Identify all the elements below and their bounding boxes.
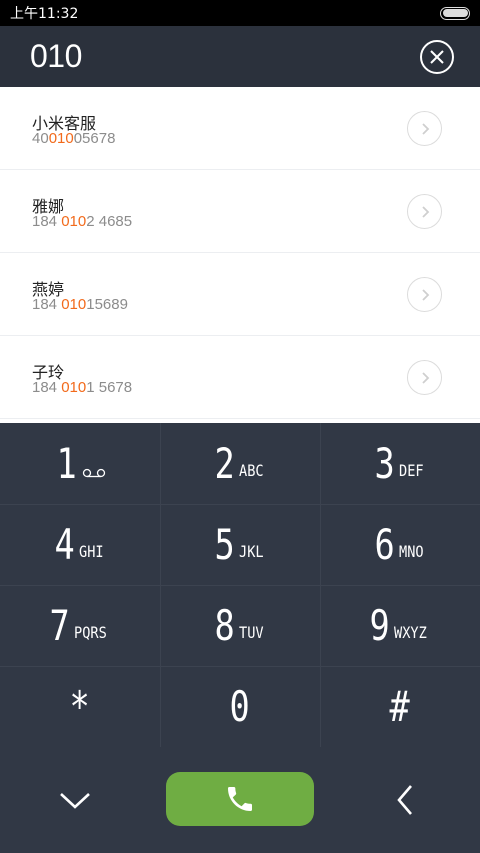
key-hash[interactable]: # <box>320 666 480 747</box>
chevron-right-icon <box>421 288 429 301</box>
contact-row[interactable]: 小米客服 4001005678 <box>0 87 480 170</box>
key-digit: 7 <box>49 600 70 650</box>
contact-row[interactable]: 燕婷 184 01015689 <box>0 253 480 336</box>
key-letters: PQRS <box>74 623 108 642</box>
key-9[interactable]: 9 WXYZ <box>320 585 480 666</box>
key-digit: # <box>389 681 411 731</box>
key-digit: 5 <box>214 519 235 569</box>
contact-row[interactable]: 雅娜 184 0102 4685 <box>0 170 480 253</box>
key-8[interactable]: 8 TUV <box>160 585 320 666</box>
key-digit: 1 <box>56 438 78 488</box>
key-3[interactable]: 3 DEF <box>320 423 480 504</box>
status-bar: 上午11:32 <box>0 0 480 26</box>
chevron-down-icon <box>60 793 90 809</box>
contact-detail-button[interactable] <box>407 111 442 146</box>
clear-button[interactable] <box>420 39 454 74</box>
key-letters: JKL <box>239 542 264 561</box>
chevron-right-icon <box>421 122 429 135</box>
chevron-right-icon <box>421 371 429 384</box>
key-6[interactable]: 6 MNO <box>320 504 480 585</box>
key-letters: GHI <box>79 542 104 561</box>
key-digit: 4 <box>54 519 75 569</box>
dial-keypad: 1 2 ABC 3 DEF 4 GHI 5 JKL 6 MNO 7 PQRS 8… <box>0 423 480 747</box>
dial-input-header: 010 <box>0 26 480 87</box>
key-digit: 9 <box>369 600 390 650</box>
collapse-keypad-button[interactable] <box>52 777 98 823</box>
contact-number: 184 0101 5678 <box>32 379 133 396</box>
key-letters: TUV <box>239 623 264 642</box>
contact-row[interactable]: 子玲 184 0101 5678 <box>0 336 480 419</box>
key-1[interactable]: 1 <box>0 423 160 504</box>
key-digit: 8 <box>214 600 235 650</box>
contact-detail-button[interactable] <box>407 360 442 395</box>
close-icon <box>430 49 444 64</box>
key-7[interactable]: 7 PQRS <box>0 585 160 666</box>
key-5[interactable]: 5 JKL <box>160 504 320 585</box>
contact-number: 184 0102 4685 <box>32 213 133 230</box>
key-star[interactable]: * <box>0 666 160 747</box>
battery-icon <box>440 6 470 20</box>
dialer-action-bar <box>0 747 480 853</box>
key-2[interactable]: 2 ABC <box>160 423 320 504</box>
contact-detail-button[interactable] <box>407 194 442 229</box>
key-digit: 6 <box>374 519 395 569</box>
contact-results-list: 小米客服 4001005678 雅娜 184 0102 4685 燕婷 184 … <box>0 87 480 423</box>
call-button[interactable] <box>166 772 314 826</box>
dialed-number[interactable]: 010 <box>30 38 82 75</box>
contact-number: 4001005678 <box>32 130 116 147</box>
key-letters: DEF <box>399 461 424 480</box>
chevron-right-icon <box>421 205 429 218</box>
backspace-button[interactable] <box>382 777 428 823</box>
key-digit: * <box>69 681 91 731</box>
voicemail-icon <box>82 468 105 477</box>
key-digit: 0 <box>229 681 251 731</box>
contact-number: 184 01015689 <box>32 296 128 313</box>
key-digit: 3 <box>374 438 395 488</box>
key-letters: WXYZ <box>394 623 428 642</box>
key-letters: MNO <box>399 542 424 561</box>
chevron-left-icon <box>397 785 412 815</box>
key-4[interactable]: 4 GHI <box>0 504 160 585</box>
key-digit: 2 <box>214 438 235 488</box>
key-letters: ABC <box>239 461 264 480</box>
phone-icon <box>228 787 252 811</box>
key-0[interactable]: 0 <box>160 666 320 747</box>
contact-detail-button[interactable] <box>407 277 442 312</box>
status-time: 上午11:32 <box>10 6 79 22</box>
